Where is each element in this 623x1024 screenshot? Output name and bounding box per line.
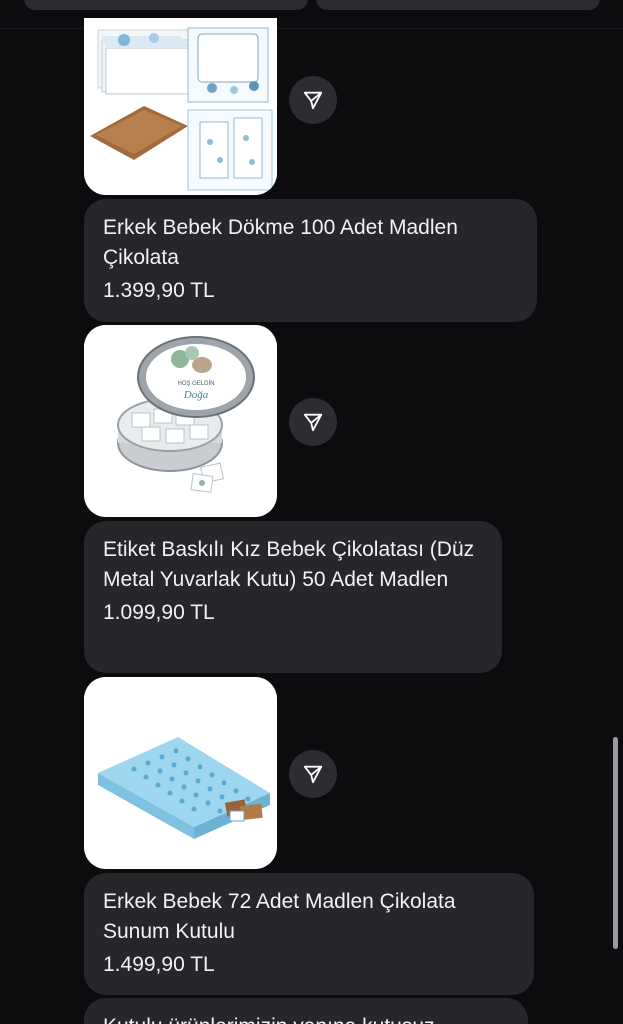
metal-tin-illustration: HOŞ GELDİN Doğa — [84, 325, 277, 517]
send-paper-plane-icon — [303, 413, 323, 432]
send-paper-plane-icon — [303, 765, 323, 784]
product-caption-2[interactable]: Etiket Baskılı Kız Bebek Çikolatası (Düz… — [84, 521, 502, 673]
chocolate-box-illustration — [84, 18, 277, 195]
share-button-3[interactable] — [289, 750, 337, 798]
partial-message-text: Kutulu ürünlerimizin yanına kutusuz — [103, 1012, 509, 1024]
top-left-button[interactable] — [24, 0, 308, 10]
share-button-1[interactable] — [289, 76, 337, 124]
share-button-2[interactable] — [289, 398, 337, 446]
product-name: Etiket Baskılı Kız Bebek Çikolatası (Düz… — [103, 538, 475, 591]
scrollbar[interactable] — [613, 737, 618, 949]
product-image-2[interactable]: HOŞ GELDİN Doğa — [84, 325, 277, 517]
product-caption-3[interactable]: Erkek Bebek 72 Adet Madlen Çikolata Sunu… — [84, 873, 534, 995]
product-image-1[interactable] — [84, 18, 277, 195]
tin-label-line2: Doğa — [183, 389, 209, 401]
product-name: Erkek Bebek Dökme 100 Adet Madlen Çikola… — [103, 216, 458, 269]
partial-message[interactable]: Kutulu ürünlerimizin yanına kutusuz — [84, 998, 528, 1024]
product-price: 1.399,90 TL — [103, 279, 215, 302]
top-right-button[interactable] — [316, 0, 600, 10]
product-price: 1.099,90 TL — [103, 601, 215, 624]
blue-gift-box-illustration — [84, 677, 277, 869]
send-paper-plane-icon — [303, 91, 323, 110]
product-name: Erkek Bebek 72 Adet Madlen Çikolata Sunu… — [103, 890, 456, 943]
tin-label-line1: HOŞ GELDİN — [177, 380, 214, 387]
chat-screen: Erkek Bebek Dökme 100 Adet Madlen Çikola… — [0, 0, 623, 1024]
product-image-3[interactable] — [84, 677, 277, 869]
product-price: 1.499,90 TL — [103, 953, 215, 976]
product-caption-1[interactable]: Erkek Bebek Dökme 100 Adet Madlen Çikola… — [84, 199, 537, 322]
